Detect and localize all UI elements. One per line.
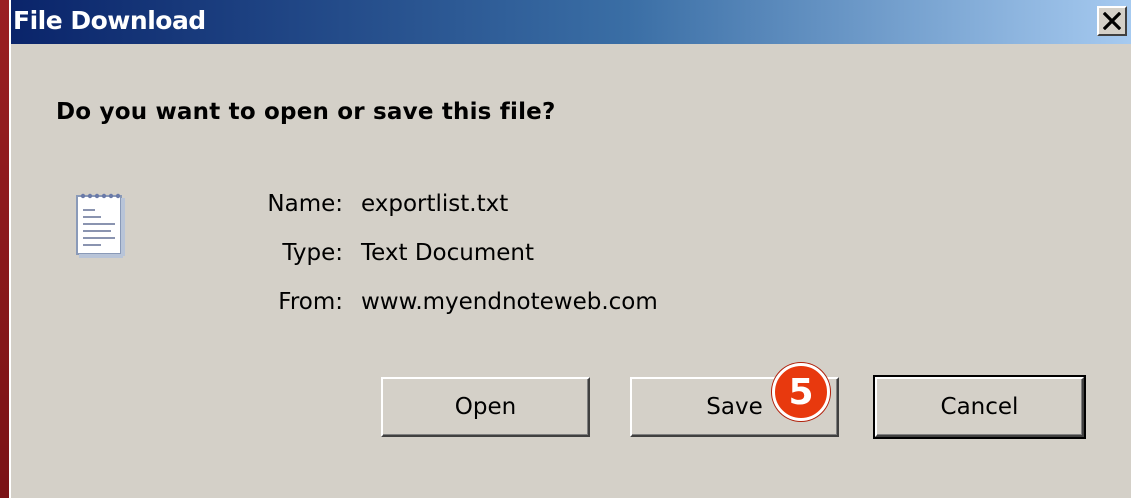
step-number-badge: 5	[772, 363, 830, 421]
file-source-row: From: www.myendnoteweb.com	[11, 289, 911, 321]
file-name-row: Name: exportlist.txt	[11, 191, 911, 223]
cancel-button[interactable]: Cancel	[873, 375, 1086, 439]
file-source-label: From:	[278, 289, 343, 315]
file-download-dialog: File Download Do you want to open or sav…	[9, 0, 1131, 498]
window-title: File Download	[13, 6, 206, 35]
title-bar[interactable]: File Download	[11, 0, 1131, 44]
open-button[interactable]: Open	[381, 377, 590, 437]
file-name-label: Name:	[267, 191, 343, 217]
file-type-row: Type: Text Document	[11, 240, 911, 272]
file-type-value: Text Document	[361, 240, 534, 266]
file-source-value: www.myendnoteweb.com	[361, 289, 658, 315]
close-button[interactable]	[1097, 6, 1127, 36]
close-icon	[1103, 12, 1121, 30]
file-name-value: exportlist.txt	[361, 191, 509, 217]
dialog-question: Do you want to open or save this file?	[56, 99, 556, 125]
file-type-label: Type:	[282, 240, 343, 266]
